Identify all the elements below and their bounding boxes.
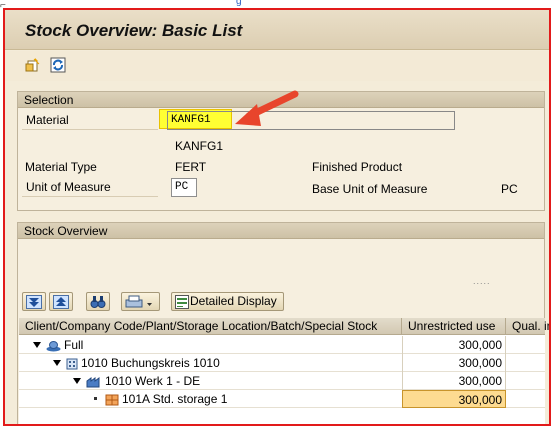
row-label: Full — [64, 338, 84, 352]
base-uom-value: PC — [501, 182, 518, 196]
material-type-text: Finished Product — [312, 160, 403, 174]
application-toolbar — [5, 51, 549, 81]
detailed-display-label: Detailed Display — [190, 294, 277, 308]
tree-node-full[interactable]: Full — [33, 336, 83, 354]
link-fragment: g — [236, 0, 242, 7]
table-row[interactable]: 101A Std. storage 1 300,000 — [19, 390, 545, 408]
collapse-all-button[interactable] — [49, 292, 73, 311]
row-value: 300,000 — [402, 372, 506, 390]
annotation-arrow — [235, 90, 299, 126]
title-bar: Stock Overview: Basic List — [5, 10, 549, 50]
detail-icon — [175, 295, 189, 309]
find-button[interactable] — [86, 292, 110, 311]
material-type-label: Material Type — [25, 160, 97, 174]
row-label: 1010 Buchungskreis 1010 — [81, 356, 220, 370]
print-button[interactable] — [121, 292, 160, 311]
column-header-quality[interactable]: Qual. in — [506, 318, 549, 335]
leaf-bullet — [94, 397, 97, 400]
binoculars-icon — [90, 296, 106, 308]
table-row[interactable]: 1010 Werk 1 - DE 300,000 — [19, 372, 545, 390]
page-title: Stock Overview: Basic List — [25, 21, 243, 40]
row-quality-cell — [506, 336, 545, 354]
table-row[interactable]: 1010 Buchungskreis 1010 300,000 — [19, 354, 545, 372]
table-row[interactable]: Full 300,000 — [19, 336, 545, 354]
tree-node-company[interactable]: 1010 Buchungskreis 1010 — [53, 354, 220, 372]
row-quality-cell — [506, 390, 545, 408]
material-input[interactable]: KANFG1 — [167, 111, 455, 130]
base-uom-label: Base Unit of Measure — [312, 182, 428, 196]
material-type-value: FERT — [175, 160, 207, 174]
row-label: 101A Std. storage 1 — [122, 392, 228, 406]
resize-grip-icon[interactable]: ..... — [473, 276, 491, 286]
selection-screen-icon[interactable] — [25, 57, 41, 73]
tree-node-storage[interactable]: 101A Std. storage 1 — [94, 390, 227, 408]
row-label: 1010 Werk 1 - DE — [105, 374, 201, 388]
stock-tree-table: Client/Company Code/Plant/Storage Locati… — [19, 318, 549, 424]
collapse-icon — [53, 295, 69, 309]
row-value: 300,000 — [402, 354, 506, 372]
expand-triangle-icon[interactable] — [73, 378, 81, 384]
tree-node-plant[interactable]: 1010 Werk 1 - DE — [73, 372, 200, 390]
expand-icon — [26, 295, 42, 309]
uom-input-value: PC — [175, 181, 189, 193]
column-header-hierarchy[interactable]: Client/Company Code/Plant/Storage Locati… — [19, 318, 402, 335]
expand-all-button[interactable] — [22, 292, 46, 311]
expand-triangle-icon[interactable] — [33, 342, 41, 348]
row-quality-cell — [506, 354, 545, 372]
table-header: Client/Company Code/Plant/Storage Locati… — [19, 318, 549, 335]
detailed-display-button[interactable]: Detailed Display — [171, 292, 284, 311]
refresh-icon[interactable] — [50, 57, 66, 73]
material-label: Material — [22, 111, 158, 130]
row-value: 300,000 — [402, 336, 506, 354]
uom-input[interactable]: PC — [171, 178, 197, 197]
printer-icon — [125, 295, 152, 308]
uom-label: Unit of Measure — [22, 178, 158, 197]
stock-overview-header: Stock Overview — [18, 223, 544, 239]
row-value-selected[interactable]: 300,000 — [402, 390, 506, 408]
column-header-unrestricted[interactable]: Unrestricted use — [402, 318, 506, 335]
expand-triangle-icon[interactable] — [53, 360, 61, 366]
client-icon — [46, 341, 61, 352]
company-code-icon — [66, 358, 78, 370]
storage-location-icon — [105, 394, 119, 406]
material-description: KANFG1 — [175, 139, 224, 153]
material-input-value: KANFG1 — [171, 114, 211, 126]
sap-window: Stock Overview: Basic List Selection Mat… — [3, 8, 551, 426]
row-quality-cell — [506, 372, 545, 390]
plant-icon — [86, 377, 100, 388]
